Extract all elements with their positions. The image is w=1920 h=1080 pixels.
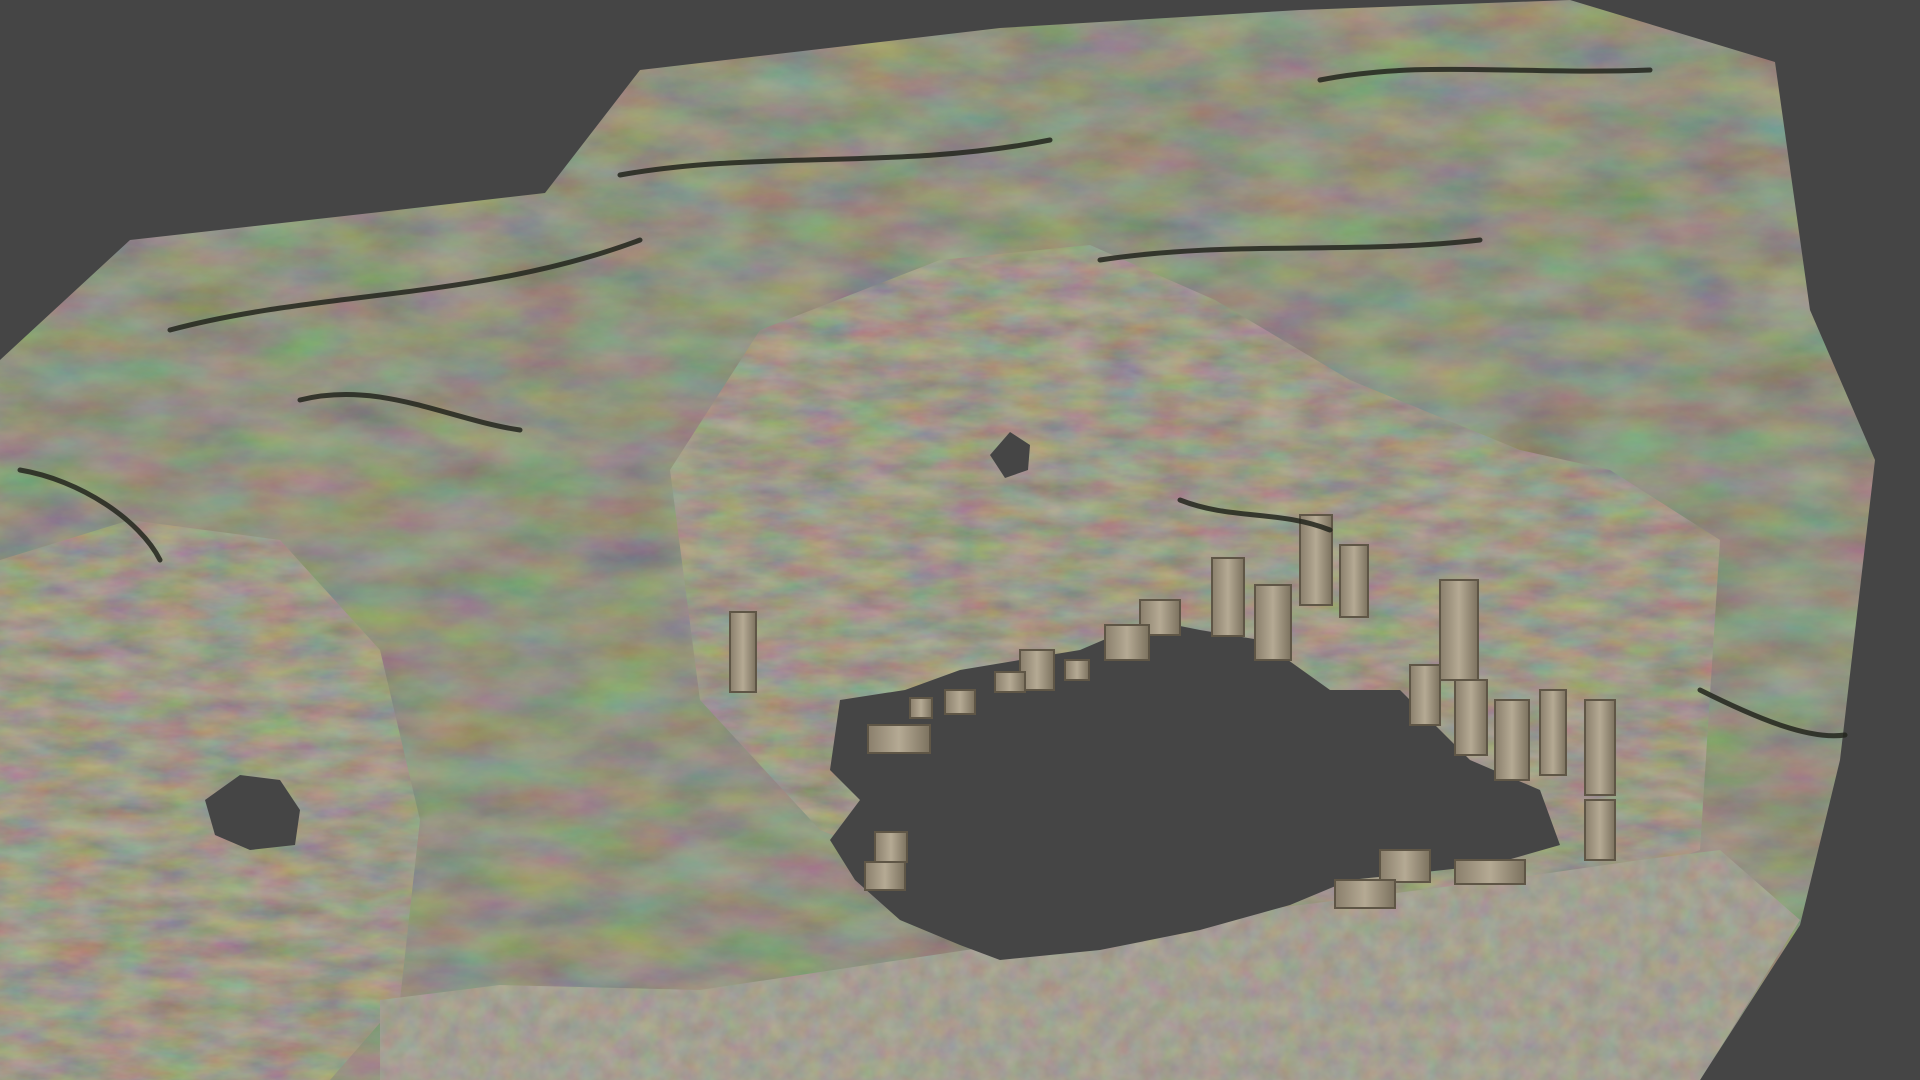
3d-viewport[interactable] xyxy=(0,0,1920,1080)
cave-model-render[interactable] xyxy=(0,0,1920,1080)
